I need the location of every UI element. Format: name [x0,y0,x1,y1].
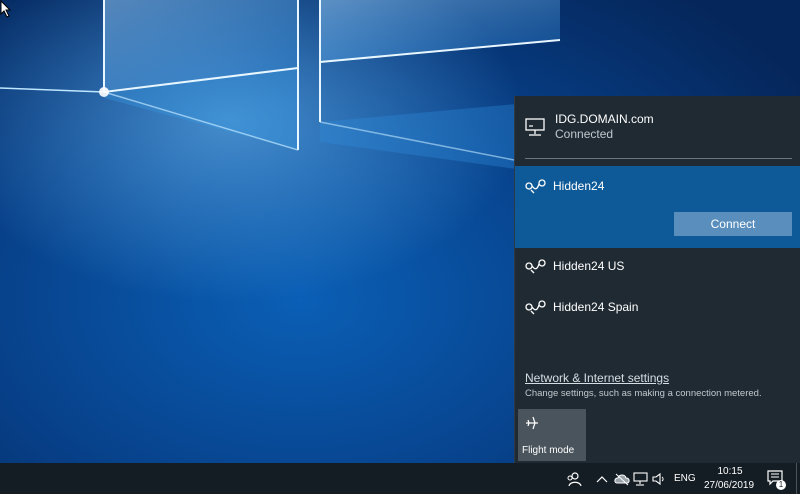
notification-badge: 1 [776,480,786,490]
network-item-hidden24[interactable]: Hidden24 Connect [515,166,800,248]
current-connection[interactable]: IDG.DOMAIN.com Connected [515,96,800,166]
network-item-hidden24-spain[interactable]: Hidden24 Spain [515,287,800,327]
vpn-icon [525,300,546,315]
ethernet-icon [525,118,545,136]
flight-mode-tile[interactable]: Flight mode [518,409,586,461]
vpn-icon [525,179,546,194]
flight-mode-label: Flight mode [522,445,575,456]
network-item-hidden24-us[interactable]: Hidden24 US [515,246,800,286]
clock-date[interactable]: 27/06/2019 [700,480,758,491]
network-name: Hidden24 US [553,259,625,273]
network-icon[interactable] [633,472,649,486]
mouse-cursor-icon [0,0,12,18]
network-name: Hidden24 [553,179,605,193]
divider [525,158,792,159]
connection-name: IDG.DOMAIN.com [555,112,654,126]
taskbar: ENG 10:15 27/06/2019 1 [0,463,800,494]
volume-icon[interactable] [652,472,668,486]
vpn-icon [525,259,546,274]
connect-button[interactable]: Connect [674,212,792,236]
cloud-icon[interactable] [614,472,630,486]
show-desktop-strip[interactable] [796,463,797,494]
language-indicator[interactable]: ENG [674,473,696,484]
clock-time[interactable]: 10:15 [715,466,745,477]
airplane-icon [526,416,538,430]
chevron-up-icon[interactable] [596,474,608,484]
network-settings-description: Change settings, such as making a connec… [525,388,762,399]
network-settings-link[interactable]: Network & Internet settings [525,371,669,385]
people-icon[interactable] [566,471,582,487]
network-flyout: IDG.DOMAIN.com Connected Hidden24 Connec… [514,96,800,463]
network-name: Hidden24 Spain [553,300,639,314]
connection-status: Connected [555,127,614,141]
